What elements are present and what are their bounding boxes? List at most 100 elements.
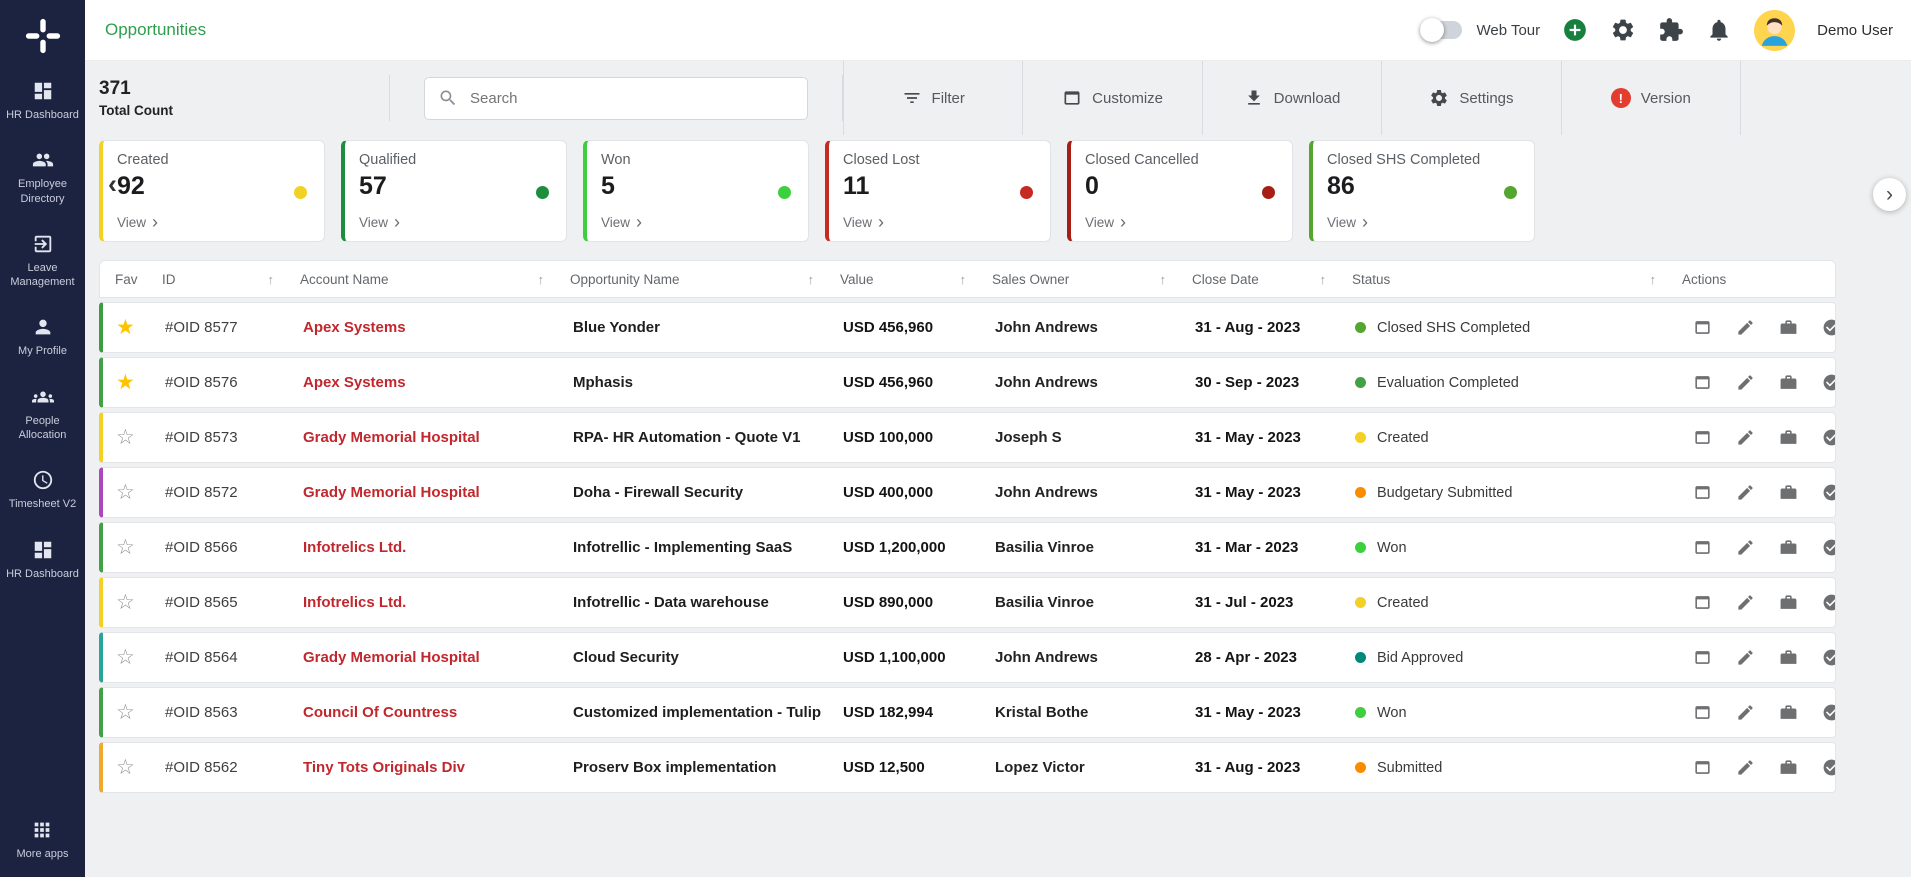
- briefcase-icon[interactable]: [1779, 318, 1798, 337]
- favorite-star-icon[interactable]: ☆: [116, 427, 135, 448]
- complete-check-icon[interactable]: [1822, 318, 1835, 337]
- card-view-link[interactable]: View›: [1327, 215, 1520, 230]
- favorite-star-icon[interactable]: ☆: [116, 757, 135, 778]
- open-record-icon[interactable]: [1693, 483, 1712, 502]
- favorite-star-icon[interactable]: ★: [116, 317, 135, 338]
- status-card-closed-cancelled[interactable]: Closed Cancelled 0 View›: [1067, 140, 1293, 242]
- account-name-link[interactable]: Apex Systems: [303, 374, 573, 391]
- account-name-link[interactable]: Council Of Countress: [303, 704, 573, 721]
- briefcase-icon[interactable]: [1779, 373, 1798, 392]
- card-view-link[interactable]: View›: [843, 215, 1036, 230]
- table-row[interactable]: ☆ #OID 8573 Grady Memorial Hospital RPA-…: [99, 412, 1836, 463]
- favorite-star-icon[interactable]: ☆: [116, 537, 135, 558]
- account-name-link[interactable]: Grady Memorial Hospital: [303, 649, 573, 666]
- open-record-icon[interactable]: [1693, 373, 1712, 392]
- edit-icon[interactable]: [1736, 758, 1755, 777]
- table-row[interactable]: ☆ #OID 8563 Council Of Countress Customi…: [99, 687, 1836, 738]
- complete-check-icon[interactable]: [1822, 428, 1835, 447]
- search-input[interactable]: [468, 89, 794, 108]
- col-header-id[interactable]: ID↑: [162, 272, 300, 287]
- favorite-star-icon[interactable]: ★: [116, 372, 135, 393]
- open-record-icon[interactable]: [1693, 703, 1712, 722]
- col-header-status[interactable]: Status↑: [1352, 272, 1682, 287]
- user-name[interactable]: Demo User: [1817, 22, 1893, 39]
- card-view-link[interactable]: View›: [1085, 215, 1278, 230]
- briefcase-icon[interactable]: [1779, 648, 1798, 667]
- edit-icon[interactable]: [1736, 373, 1755, 392]
- edit-icon[interactable]: [1736, 318, 1755, 337]
- carousel-next-button[interactable]: ›: [1873, 178, 1906, 211]
- col-header-sales-owner[interactable]: Sales Owner↑: [992, 272, 1192, 287]
- complete-check-icon[interactable]: [1822, 373, 1835, 392]
- sidebar-item-hr-dashboard[interactable]: HR Dashboard: [0, 80, 85, 122]
- col-header-value[interactable]: Value↑: [840, 272, 992, 287]
- briefcase-icon[interactable]: [1779, 538, 1798, 557]
- complete-check-icon[interactable]: [1822, 703, 1835, 722]
- app-logo-icon[interactable]: [25, 18, 61, 54]
- account-name-link[interactable]: Infotrelics Ltd.: [303, 539, 573, 556]
- status-card-closed-lost[interactable]: Closed Lost 11 View›: [825, 140, 1051, 242]
- favorite-star-icon[interactable]: ☆: [116, 482, 135, 503]
- favorite-star-icon[interactable]: ☆: [116, 647, 135, 668]
- briefcase-icon[interactable]: [1779, 758, 1798, 777]
- col-header-account-name[interactable]: Account Name↑: [300, 272, 570, 287]
- table-row[interactable]: ☆ #OID 8565 Infotrelics Ltd. Infotrellic…: [99, 577, 1836, 628]
- sort-icon[interactable]: ↑: [538, 272, 545, 287]
- briefcase-icon[interactable]: [1779, 593, 1798, 612]
- open-record-icon[interactable]: [1693, 593, 1712, 612]
- sidebar-item-hr-dashboard-2[interactable]: HR Dashboard: [0, 539, 85, 581]
- open-record-icon[interactable]: [1693, 648, 1712, 667]
- sidebar-item-employee-directory[interactable]: Employee Directory: [0, 149, 85, 206]
- settings-button[interactable]: Settings: [1381, 61, 1560, 135]
- account-name-link[interactable]: Grady Memorial Hospital: [303, 429, 573, 446]
- sort-icon[interactable]: ↑: [268, 272, 275, 287]
- sidebar-item-timesheet-v2[interactable]: Timesheet V2: [0, 469, 85, 511]
- search-box[interactable]: [424, 77, 808, 120]
- edit-icon[interactable]: [1736, 703, 1755, 722]
- open-record-icon[interactable]: [1693, 428, 1712, 447]
- status-card-qualified[interactable]: Qualified 57 View›: [341, 140, 567, 242]
- col-header-close-date[interactable]: Close Date↑: [1192, 272, 1352, 287]
- open-record-icon[interactable]: [1693, 758, 1712, 777]
- briefcase-icon[interactable]: [1779, 703, 1798, 722]
- complete-check-icon[interactable]: [1822, 648, 1835, 667]
- table-row[interactable]: ☆ #OID 8564 Grady Memorial Hospital Clou…: [99, 632, 1836, 683]
- download-button[interactable]: Download: [1202, 61, 1381, 135]
- briefcase-icon[interactable]: [1779, 428, 1798, 447]
- table-row[interactable]: ☆ #OID 8562 Tiny Tots Originals Div Pros…: [99, 742, 1836, 793]
- favorite-star-icon[interactable]: ☆: [116, 592, 135, 613]
- account-name-link[interactable]: Tiny Tots Originals Div: [303, 759, 573, 776]
- card-view-link[interactable]: View›: [117, 215, 310, 230]
- user-avatar[interactable]: [1754, 10, 1795, 51]
- web-tour-toggle[interactable]: [1420, 21, 1462, 39]
- complete-check-icon[interactable]: [1822, 538, 1835, 557]
- sidebar-item-my-profile[interactable]: My Profile: [0, 316, 85, 358]
- account-name-link[interactable]: Infotrelics Ltd.: [303, 594, 573, 611]
- edit-icon[interactable]: [1736, 648, 1755, 667]
- table-row[interactable]: ☆ #OID 8566 Infotrelics Ltd. Infotrellic…: [99, 522, 1836, 573]
- status-card-won[interactable]: Won 5 View›: [583, 140, 809, 242]
- complete-check-icon[interactable]: [1822, 593, 1835, 612]
- table-row[interactable]: ★ #OID 8577 Apex Systems Blue Yonder USD…: [99, 302, 1836, 353]
- status-card-created[interactable]: Created 92 View›: [99, 140, 325, 242]
- account-name-link[interactable]: Apex Systems: [303, 319, 573, 336]
- status-card-closed-shs-completed[interactable]: Closed SHS Completed 86 View›: [1309, 140, 1535, 242]
- favorite-star-icon[interactable]: ☆: [116, 702, 135, 723]
- sort-icon[interactable]: ↑: [1320, 272, 1327, 287]
- customize-button[interactable]: Customize: [1022, 61, 1201, 135]
- sidebar-item-more-apps[interactable]: More apps: [13, 819, 73, 861]
- open-record-icon[interactable]: [1693, 318, 1712, 337]
- briefcase-icon[interactable]: [1779, 483, 1798, 502]
- add-icon[interactable]: [1562, 17, 1588, 43]
- edit-icon[interactable]: [1736, 538, 1755, 557]
- complete-check-icon[interactable]: [1822, 483, 1835, 502]
- edit-icon[interactable]: [1736, 593, 1755, 612]
- table-row[interactable]: ★ #OID 8576 Apex Systems Mphasis USD 456…: [99, 357, 1836, 408]
- account-name-link[interactable]: Grady Memorial Hospital: [303, 484, 573, 501]
- sort-icon[interactable]: ↑: [1160, 272, 1167, 287]
- card-view-link[interactable]: View›: [601, 215, 794, 230]
- sort-icon[interactable]: ↑: [808, 272, 815, 287]
- filter-button[interactable]: Filter: [843, 61, 1022, 135]
- sidebar-item-people-allocation[interactable]: People Allocation: [0, 386, 85, 443]
- edit-icon[interactable]: [1736, 428, 1755, 447]
